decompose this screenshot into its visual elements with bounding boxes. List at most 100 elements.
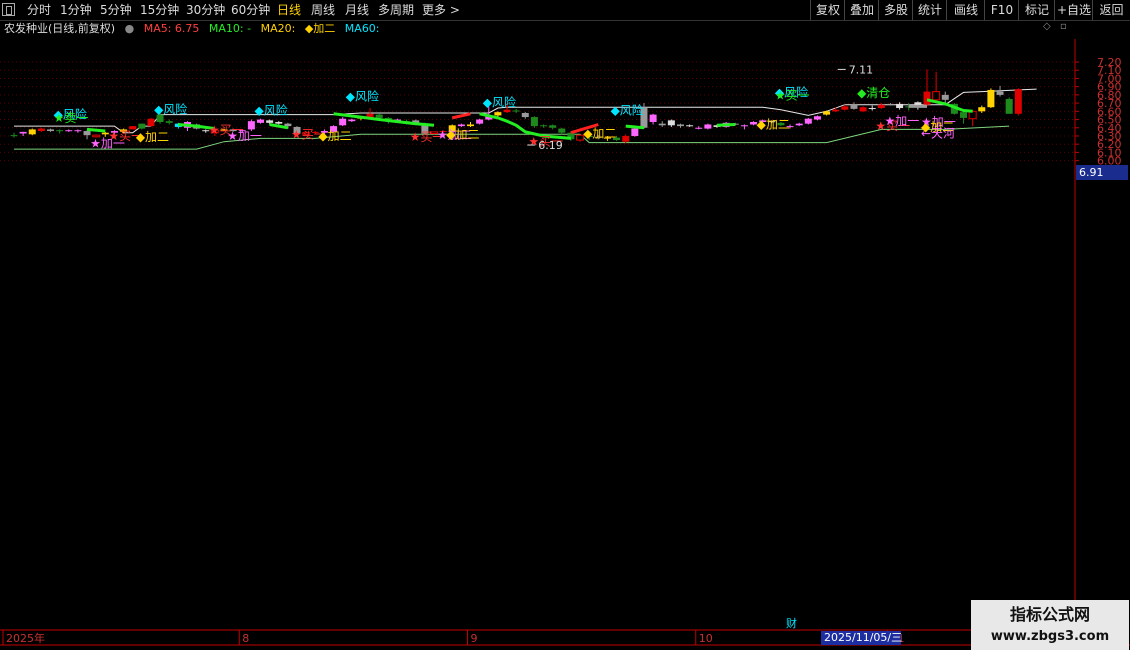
candle-body	[1014, 89, 1022, 114]
candle-body	[695, 127, 703, 129]
candle-body	[658, 123, 666, 126]
candle-body	[540, 125, 548, 127]
candle-body	[850, 104, 858, 109]
candle-body	[832, 109, 840, 112]
candle-body	[28, 129, 36, 135]
ma5-label: MA5: 6.75	[143, 22, 200, 35]
candle-body	[704, 124, 712, 129]
price-extreme-label: 7.11	[849, 63, 874, 76]
candle-body	[65, 130, 73, 132]
candle-body	[841, 106, 849, 110]
candle-body	[19, 131, 27, 134]
date-highlight: 2025/11/05/三	[821, 631, 902, 645]
candle-body	[257, 119, 265, 123]
candle-body	[795, 123, 803, 126]
candle-body	[266, 120, 274, 123]
signal-annotation: ←天河	[921, 127, 955, 141]
candle-body	[558, 128, 566, 133]
trend-up-line	[86, 127, 106, 133]
candle-body	[676, 124, 684, 127]
candle-body	[457, 124, 465, 127]
diamond-icon[interactable]: ◇	[1043, 21, 1051, 32]
signal-annotation: ★加一	[90, 136, 125, 150]
candle-body	[512, 110, 520, 112]
ma20-label: MA20:	[260, 22, 296, 35]
price-extreme-label: 6.19	[538, 139, 563, 152]
candle-body	[284, 123, 292, 127]
candle-body	[165, 121, 173, 123]
candle-body	[83, 131, 91, 136]
candle-body	[348, 119, 356, 122]
indicator-info-bar: 农发种业(日线,前复权) ● MA5: 6.75 MA10: - MA20: ◆…	[0, 20, 386, 38]
signal-annotation: ★卖一	[54, 111, 89, 125]
candle-body	[896, 103, 904, 109]
candle-body	[996, 91, 1004, 95]
candle-body	[375, 114, 383, 118]
x-tick-label: 8	[242, 632, 249, 645]
watermark-line1: 指标公式网	[1009, 605, 1090, 624]
candle-body	[1005, 98, 1013, 114]
ma60-label: MA60:	[344, 22, 380, 35]
signal-annotation: ★加一	[227, 129, 262, 143]
candle-body	[503, 109, 511, 113]
x-tick-label: 2025年	[6, 631, 45, 645]
candle-body	[530, 117, 538, 127]
candle-body	[56, 130, 64, 132]
candle-body	[494, 112, 502, 116]
add2-label: ◆加二	[304, 22, 336, 35]
candle-body	[960, 112, 968, 118]
candle-body	[631, 128, 639, 136]
watermark: 指标公式网 www.zbgs3.com	[971, 600, 1129, 650]
candle-body	[886, 103, 894, 105]
watermark-line2: www.zbgs3.com	[990, 629, 1110, 644]
signal-annotation: ★买一	[775, 89, 810, 103]
candle-body	[521, 112, 529, 118]
candle-body	[667, 120, 675, 126]
candle-body	[987, 89, 995, 108]
candle-body	[476, 119, 484, 124]
candle-body	[859, 107, 867, 112]
candle-body	[467, 124, 474, 127]
candle-body	[813, 116, 821, 120]
candle-body	[37, 128, 45, 132]
signal-annotation: ◆加二	[318, 129, 351, 143]
current-price-tag: 6.91	[1076, 165, 1128, 180]
x-tick-label: 9	[471, 632, 478, 645]
trend-up-line	[716, 123, 736, 127]
settings-circle-icon[interactable]: ●	[125, 22, 135, 35]
trend-strong-line	[451, 112, 471, 120]
signal-annotation: ◆风险	[255, 102, 288, 117]
candle-body	[804, 118, 812, 124]
candle-body	[649, 114, 657, 123]
financial-report-marker: 财	[786, 616, 797, 630]
candle-body	[740, 125, 748, 127]
ma10-label: MA10: -	[208, 22, 252, 35]
candle-body	[823, 111, 831, 115]
candle-body	[877, 104, 885, 109]
candle-body	[868, 108, 876, 110]
minimize-icon[interactable]: ▫	[1060, 21, 1067, 32]
signal-annotation: ◆加二	[446, 127, 479, 141]
candle-body	[147, 118, 155, 127]
candle-body	[978, 107, 986, 112]
candle-body	[941, 94, 949, 100]
signal-annotation: ◆风险	[483, 94, 516, 109]
x-tick-label: 10	[699, 632, 713, 645]
candle-body	[932, 91, 941, 101]
signal-annotation: ◆清仓	[857, 86, 890, 100]
trend-up-line	[625, 124, 645, 130]
signal-annotation: ◆加二	[583, 127, 616, 141]
signal-annotation: ◆加二	[136, 130, 169, 144]
candle-body	[549, 125, 557, 128]
stock-title: 农发种业(日线,前复权)	[4, 22, 116, 35]
signal-annotation: ★加一	[884, 114, 919, 128]
candle-body	[339, 118, 347, 126]
signal-annotation: ◆风险	[611, 102, 644, 117]
signal-annotation: ◆风险	[154, 102, 187, 117]
candle-body	[923, 91, 931, 105]
candlestick-chart[interactable]: 7.207.107.006.906.806.706.606.506.406.30…	[0, 0, 1130, 650]
signal-annotation: ◆风险	[346, 89, 379, 104]
candle-body	[10, 135, 18, 137]
candle-body	[275, 122, 283, 124]
candle-body	[622, 135, 630, 142]
